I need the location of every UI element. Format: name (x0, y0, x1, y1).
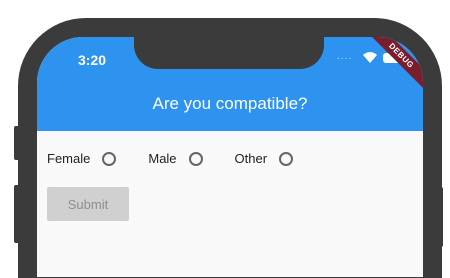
radio-label: Female (47, 151, 91, 166)
status-time: 3:20 (78, 52, 107, 68)
notch (134, 37, 324, 69)
radio-label: Male (148, 151, 177, 166)
radio-button-male[interactable] (188, 151, 203, 166)
signal-dots: .... (337, 51, 353, 62)
radio-option-other[interactable]: Other (235, 151, 326, 166)
submit-button[interactable]: Submit (47, 187, 129, 221)
page-title: Are you compatible? (152, 94, 308, 113)
phone-side-button (14, 126, 22, 160)
gender-radio-group: Female Male Other (47, 151, 325, 166)
wifi-icon (362, 50, 378, 69)
radio-option-female[interactable]: Female (47, 151, 148, 166)
radio-button-female[interactable] (102, 151, 117, 166)
radio-label: Other (234, 151, 268, 166)
phone-side-button (14, 185, 22, 243)
radio-option-male[interactable]: Male (148, 151, 234, 166)
radio-button-other[interactable] (279, 151, 294, 166)
phone-power-button (435, 187, 443, 247)
phone-screen: 3:20 .... DEBUG Are you compatible? Fema… (37, 37, 423, 277)
app-bar: 3:20 .... DEBUG Are you compatible? (37, 37, 423, 131)
